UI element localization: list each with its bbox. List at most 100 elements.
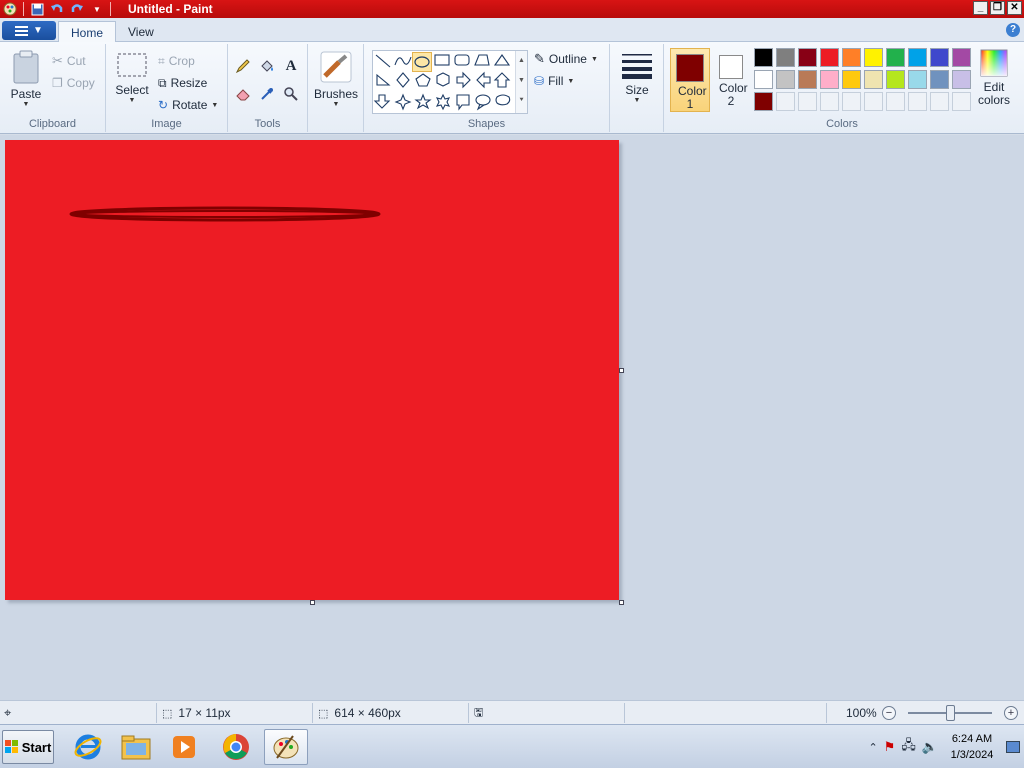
restore-button[interactable]: ❐ xyxy=(990,1,1005,15)
size-button[interactable]: Size ▼ xyxy=(616,50,658,104)
internet-explorer-icon[interactable] xyxy=(66,729,110,765)
zoom-in-button[interactable]: + xyxy=(1004,706,1018,720)
palette-empty-swatch[interactable] xyxy=(952,92,971,111)
palette-color-swatch[interactable] xyxy=(886,70,905,89)
clock-date: 1/3/2024 xyxy=(950,749,994,761)
show-hidden-icons[interactable]: ⌃ xyxy=(868,741,877,754)
scroll-down-icon[interactable]: ▼ xyxy=(516,71,527,91)
palette-color-swatch[interactable] xyxy=(776,48,795,67)
start-button[interactable]: Start xyxy=(2,730,54,764)
scroll-up-icon[interactable]: ▲ xyxy=(516,51,527,71)
palette-color-swatch[interactable] xyxy=(820,70,839,89)
tab-home[interactable]: Home xyxy=(58,21,117,43)
oval-shape-icon[interactable] xyxy=(412,52,432,72)
palette-color-swatch[interactable] xyxy=(842,70,861,89)
palette-color-swatch[interactable] xyxy=(864,48,883,67)
color-picker-icon[interactable] xyxy=(256,84,278,104)
fill-button[interactable]: ⛁ Fill ▼ xyxy=(534,72,574,90)
select-button[interactable]: Select ▼ xyxy=(112,52,152,104)
palette-empty-swatch[interactable] xyxy=(776,92,795,111)
zoom-out-button[interactable]: − xyxy=(882,706,896,720)
eraser-icon[interactable] xyxy=(232,84,254,104)
network-icon[interactable]: 🖧 xyxy=(901,736,916,758)
palette-color-swatch[interactable] xyxy=(754,48,773,67)
magnifier-icon[interactable] xyxy=(280,84,302,104)
status-separator xyxy=(156,703,157,723)
paste-button[interactable]: Paste ▼ xyxy=(6,50,46,108)
paint-app-icon[interactable] xyxy=(0,0,20,18)
palette-empty-swatch[interactable] xyxy=(842,92,861,111)
palette-color-swatch[interactable] xyxy=(754,92,773,111)
resize-label: Resize xyxy=(170,76,208,90)
media-player-icon[interactable] xyxy=(162,729,206,765)
palette-color-swatch[interactable] xyxy=(798,48,817,67)
shapes-expand-icon[interactable]: ⯆ xyxy=(516,91,527,111)
edit-colors-button[interactable]: Edit colors xyxy=(972,48,1016,107)
resize-handle-corner[interactable] xyxy=(619,600,624,605)
resize-button[interactable]: ⧉ Resize xyxy=(158,74,207,92)
palette-empty-swatch[interactable] xyxy=(930,92,949,111)
palette-empty-swatch[interactable] xyxy=(864,92,883,111)
color1-button[interactable]: Color 1 xyxy=(670,48,710,112)
close-button[interactable]: ✕ xyxy=(1007,1,1022,15)
palette-color-swatch[interactable] xyxy=(820,48,839,67)
resize-handle-right[interactable] xyxy=(619,368,624,373)
action-center-flag-icon[interactable]: ⚑ xyxy=(884,739,896,755)
palette-empty-swatch[interactable] xyxy=(798,92,817,111)
system-tray: ⌃ ⚑ 🖧 🔈 6:24 AM 1/3/2024 xyxy=(868,725,1020,768)
scissors-icon: ✂ xyxy=(52,53,63,68)
tab-view[interactable]: View xyxy=(116,21,166,43)
palette-empty-swatch[interactable] xyxy=(886,92,905,111)
palette-color-swatch[interactable] xyxy=(754,70,773,89)
palette-empty-swatch[interactable] xyxy=(908,92,927,111)
undo-icon[interactable] xyxy=(47,0,67,18)
file-explorer-icon[interactable] xyxy=(114,729,158,765)
crop-button[interactable]: ⌗ Crop xyxy=(158,52,195,70)
palette-color-swatch[interactable] xyxy=(952,70,971,89)
crop-icon: ⌗ xyxy=(158,53,165,68)
shapes-scrollbar[interactable]: ▲ ▼ ⯆ xyxy=(515,51,527,113)
brushes-button[interactable]: Brushes ▼ xyxy=(314,50,358,108)
palette-color-swatch[interactable] xyxy=(908,48,927,67)
copy-button[interactable]: ❐ Copy xyxy=(52,74,95,92)
pencil-icon[interactable] xyxy=(232,56,254,76)
color2-button[interactable]: Color 2 xyxy=(711,48,751,112)
zoom-slider-thumb[interactable] xyxy=(946,705,955,721)
outline-button[interactable]: ✎ Outline ▼ xyxy=(534,50,598,68)
image-group-label: Image xyxy=(151,118,182,130)
palette-color-swatch[interactable] xyxy=(776,70,795,89)
help-icon[interactable]: ? xyxy=(1006,23,1020,37)
palette-color-swatch[interactable] xyxy=(842,48,861,67)
volume-icon[interactable]: 🔈 xyxy=(922,739,938,755)
show-desktop-button[interactable] xyxy=(1006,741,1020,753)
resize-handle-bottom[interactable] xyxy=(310,600,315,605)
save-icon[interactable] xyxy=(27,0,47,18)
redo-icon[interactable] xyxy=(67,0,87,18)
minimize-button[interactable]: _ xyxy=(973,1,988,15)
selection-icon: ⬚ xyxy=(162,707,173,720)
fill-bucket-icon[interactable] xyxy=(256,56,278,76)
chevron-down-icon: ▼ xyxy=(33,25,43,36)
paste-icon xyxy=(13,50,39,84)
palette-color-swatch[interactable] xyxy=(930,48,949,67)
clipboard-group: Paste ▼ ✂ Cut ❐ Copy Clipboard xyxy=(0,44,106,132)
cut-label: Cut xyxy=(66,54,86,68)
cut-button[interactable]: ✂ Cut xyxy=(52,52,86,70)
brush-icon xyxy=(320,51,352,83)
customize-qat-icon[interactable]: ▼ xyxy=(87,0,107,18)
drawing-canvas[interactable] xyxy=(5,140,619,600)
text-tool-icon[interactable]: A xyxy=(280,56,302,76)
resize-icon: ⧉ xyxy=(158,75,167,90)
palette-empty-swatch[interactable] xyxy=(820,92,839,111)
palette-color-swatch[interactable] xyxy=(952,48,971,67)
app-menu-button[interactable]: ▼ xyxy=(2,21,56,40)
palette-color-swatch[interactable] xyxy=(908,70,927,89)
rotate-button[interactable]: ↻ Rotate ▼ xyxy=(158,96,218,114)
palette-color-swatch[interactable] xyxy=(864,70,883,89)
chrome-icon[interactable] xyxy=(214,729,258,765)
paint-taskbar-icon[interactable] xyxy=(264,729,308,765)
palette-color-swatch[interactable] xyxy=(886,48,905,67)
clock[interactable]: 6:24 AM 1/3/2024 xyxy=(944,731,1000,763)
palette-color-swatch[interactable] xyxy=(930,70,949,89)
palette-color-swatch[interactable] xyxy=(798,70,817,89)
